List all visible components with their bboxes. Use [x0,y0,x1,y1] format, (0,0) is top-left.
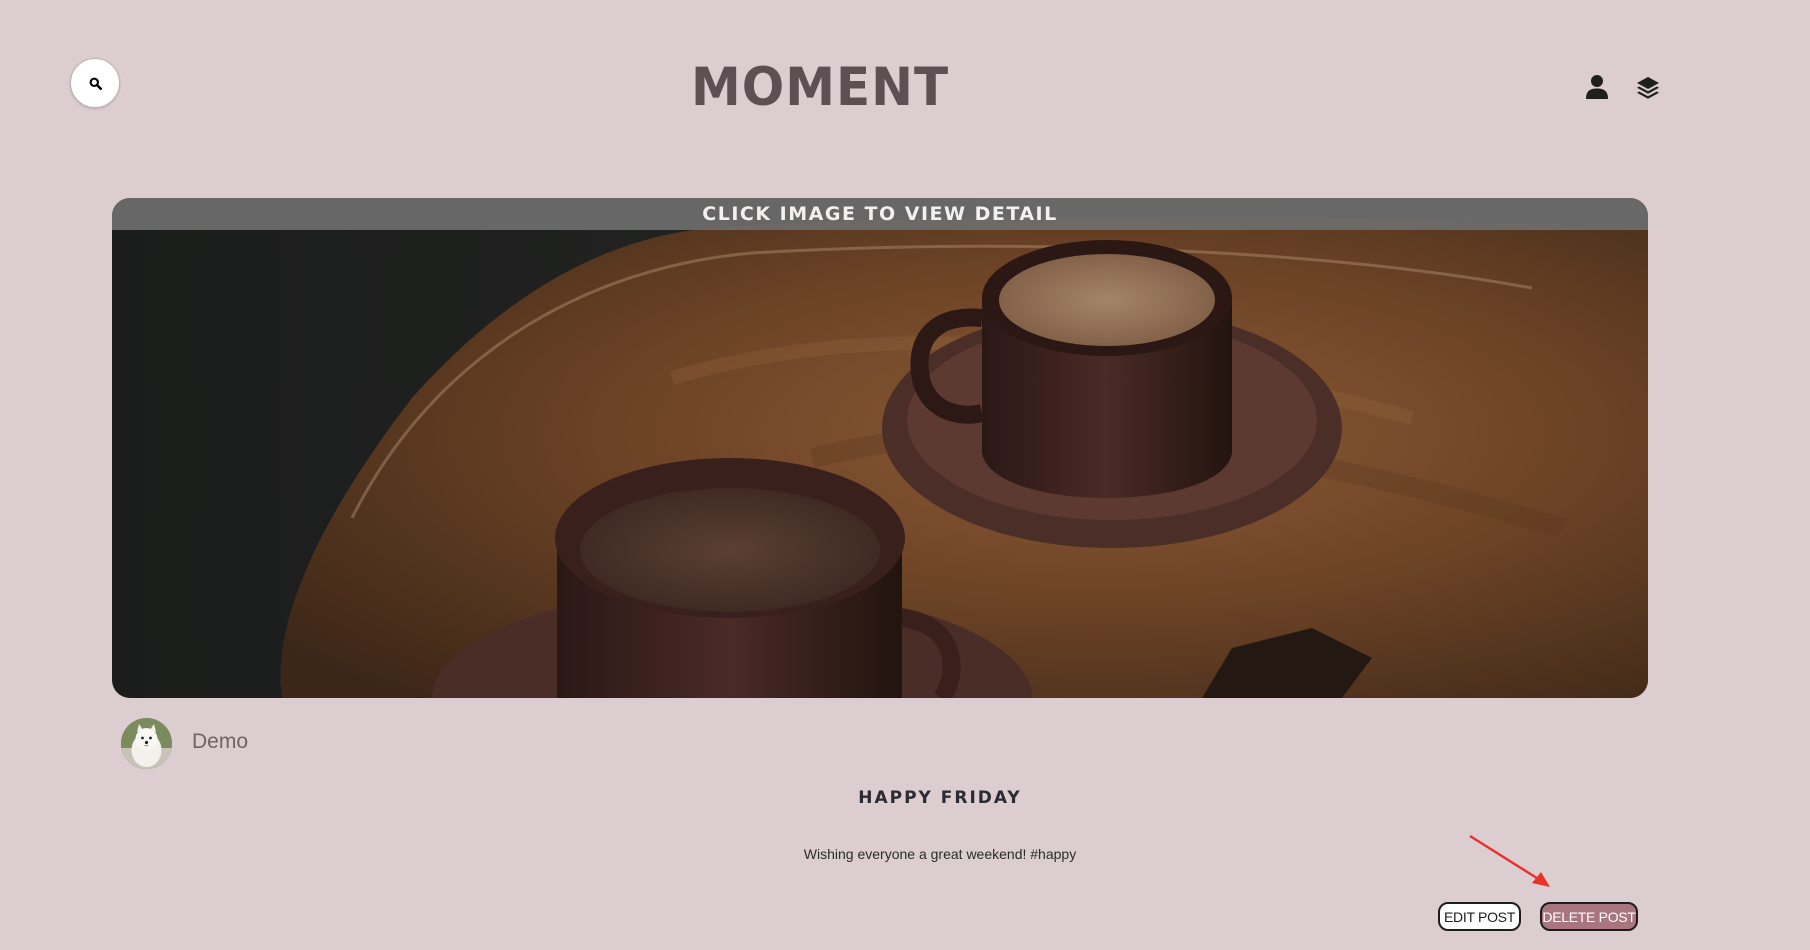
layers-button[interactable] [1636,76,1660,100]
edit-post-button[interactable]: EDIT POST [1438,902,1521,931]
delete-post-button[interactable]: DELETE POST [1540,902,1638,931]
author-name[interactable]: Demo [192,730,248,754]
layers-icon [1637,77,1659,99]
site-logo[interactable]: MOMENT [0,57,1810,118]
coffee-cups-photo [112,198,1648,698]
post-image[interactable]: CLICK IMAGE TO VIEW DETAIL [112,198,1648,698]
dog-avatar-image [121,718,172,769]
post-title: HAPPY FRIDAY [858,788,1022,808]
user-icon [1586,75,1608,99]
author-avatar[interactable] [121,718,172,769]
user-button[interactable] [1586,74,1608,100]
annotation-arrow-icon [1469,834,1550,887]
image-overlay-caption: CLICK IMAGE TO VIEW DETAIL [112,198,1648,230]
